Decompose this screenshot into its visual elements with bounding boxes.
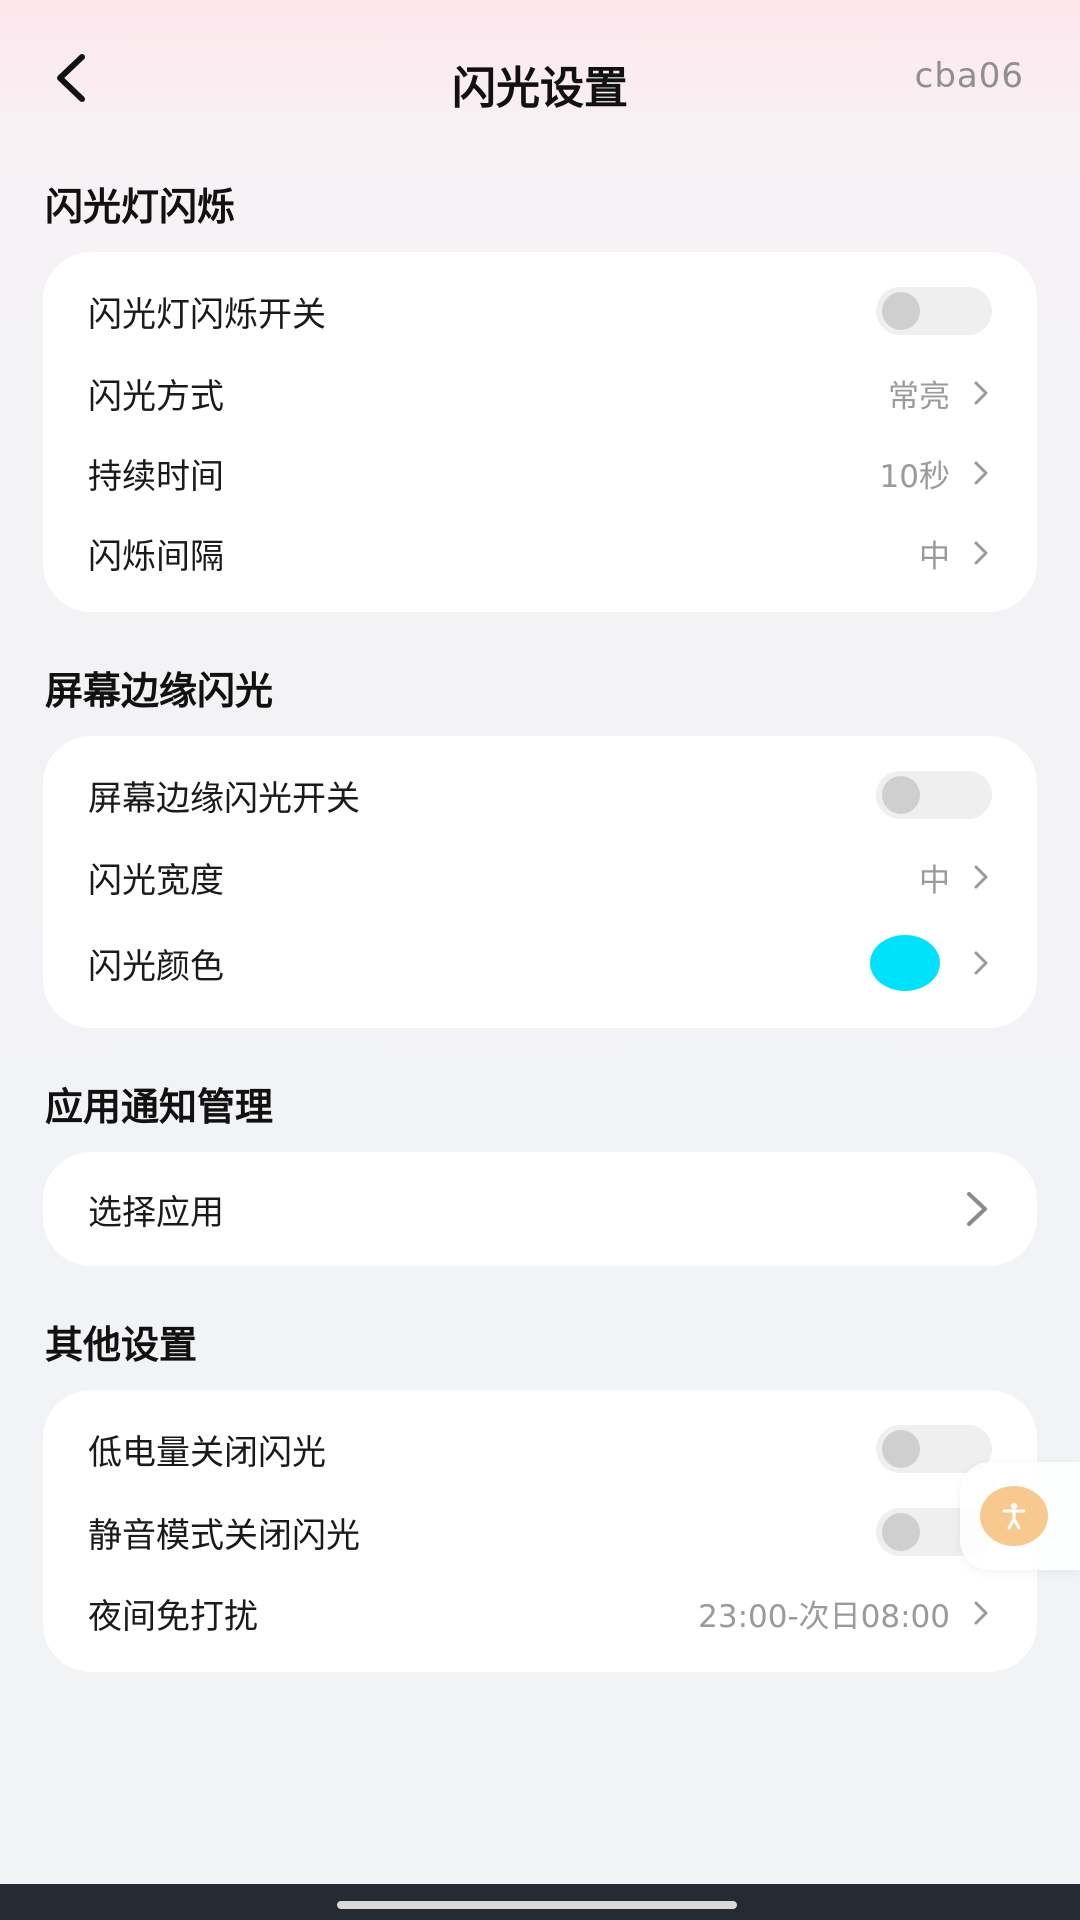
section-title-edge: 屏幕边缘闪光: [45, 669, 274, 713]
row-flashlight-switch[interactable]: 闪光灯闪烁开关: [43, 271, 1037, 351]
row-label: 低电量关闭闪光: [88, 1432, 326, 1473]
row-blink-interval[interactable]: 闪烁间隔 中: [43, 513, 1037, 593]
row-value: 中: [919, 538, 950, 575]
edge-flash-toggle[interactable]: [876, 771, 992, 819]
floating-accessibility-button[interactable]: [960, 1462, 1080, 1570]
row-flash-color[interactable]: 闪光颜色: [43, 923, 1037, 1003]
row-label: 闪光颜色: [88, 946, 224, 987]
chevron-right-icon: [970, 458, 992, 488]
section-title-apps: 应用通知管理: [45, 1085, 274, 1129]
header: 闪光设置 cba06: [0, 0, 1080, 170]
card-flashlight: 闪光灯闪烁开关 闪光方式 常亮 持续时间 10秒 闪烁间隔 中: [43, 252, 1037, 612]
toggle-knob: [882, 1513, 920, 1551]
row-label: 屏幕边缘闪光开关: [88, 778, 360, 819]
row-select-apps[interactable]: 选择应用: [43, 1169, 1037, 1249]
row-value: 中: [919, 862, 950, 899]
row-silent-mode[interactable]: 静音模式关闭闪光: [43, 1492, 1037, 1572]
card-edge: 屏幕边缘闪光开关 闪光宽度 中 闪光颜色: [43, 736, 1037, 1028]
chevron-right-icon: [970, 862, 992, 892]
flash-color-swatch[interactable]: [870, 935, 940, 991]
chevron-right-icon: [962, 1189, 992, 1229]
row-value: 23:00-次日08:00: [698, 1598, 950, 1635]
row-night-dnd[interactable]: 夜间免打扰 23:00-次日08:00: [43, 1573, 1037, 1653]
row-label: 闪烁间隔: [88, 536, 224, 577]
chevron-left-icon: [50, 51, 90, 109]
card-other: 低电量关闭闪光 静音模式关闭闪光 夜间免打扰 23:00-次日08:00: [43, 1390, 1037, 1672]
row-label: 选择应用: [88, 1192, 224, 1233]
row-duration[interactable]: 持续时间 10秒: [43, 433, 1037, 513]
row-value: 常亮: [888, 378, 950, 415]
row-value: 10秒: [879, 458, 950, 495]
row-edge-switch[interactable]: 屏幕边缘闪光开关: [43, 755, 1037, 835]
flashlight-toggle[interactable]: [876, 287, 992, 335]
row-low-battery[interactable]: 低电量关闭闪光: [43, 1409, 1037, 1489]
chevron-right-icon: [970, 538, 992, 568]
chevron-right-icon: [970, 948, 992, 978]
section-title-flashlight: 闪光灯闪烁: [45, 185, 236, 229]
accessibility-icon: [980, 1486, 1048, 1546]
row-flash-width[interactable]: 闪光宽度 中: [43, 837, 1037, 917]
home-gesture-handle[interactable]: [337, 1901, 737, 1909]
row-label: 闪光灯闪烁开关: [88, 294, 326, 335]
row-label: 持续时间: [88, 456, 224, 497]
row-label: 夜间免打扰: [88, 1596, 258, 1637]
toggle-knob: [882, 776, 920, 814]
chevron-right-icon: [970, 1598, 992, 1628]
section-title-other: 其他设置: [45, 1323, 198, 1367]
row-label: 静音模式关闭闪光: [88, 1515, 360, 1556]
back-button[interactable]: [40, 50, 100, 110]
account-label: cba06: [914, 56, 1024, 96]
card-apps: 选择应用: [43, 1152, 1037, 1266]
toggle-knob: [882, 292, 920, 330]
chevron-right-icon: [970, 378, 992, 408]
row-label: 闪光方式: [88, 376, 224, 417]
row-label: 闪光宽度: [88, 860, 224, 901]
toggle-knob: [882, 1430, 920, 1468]
row-flash-mode[interactable]: 闪光方式 常亮: [43, 353, 1037, 433]
